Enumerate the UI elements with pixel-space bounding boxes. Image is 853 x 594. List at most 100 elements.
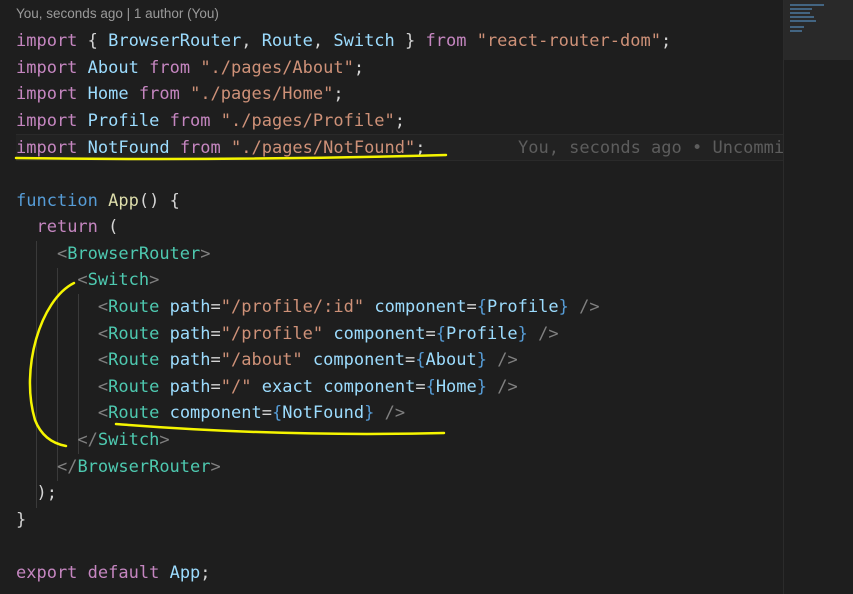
code-token: Route xyxy=(261,31,313,51)
code-line[interactable]: <BrowserRouter> xyxy=(16,241,786,268)
code-line[interactable]: <Route path="/profile/:id" component={Pr… xyxy=(16,294,786,321)
code-line[interactable] xyxy=(16,161,786,188)
code-line[interactable]: return ( xyxy=(16,214,786,241)
code-line[interactable]: import Home from "./pages/Home"; xyxy=(16,81,786,108)
code-token: import xyxy=(16,84,78,105)
code-editor[interactable]: You, seconds ago | 1 author (You) import… xyxy=(0,0,853,594)
code-token: function xyxy=(16,190,98,211)
code-token: Route xyxy=(108,376,160,397)
code-token: export xyxy=(16,562,78,583)
code-token: Home xyxy=(87,84,129,105)
code-token: { xyxy=(77,31,109,51)
code-line[interactable] xyxy=(16,533,786,560)
code-token: NotFound xyxy=(87,138,170,159)
code-token: = xyxy=(210,323,221,344)
git-blame-header[interactable]: You, seconds ago | 1 author (You) xyxy=(16,6,219,21)
code-token: ; xyxy=(394,110,406,131)
code-token: < xyxy=(56,243,68,264)
code-token: /> xyxy=(384,403,406,424)
code-token: Profile xyxy=(486,296,559,317)
code-token: ; xyxy=(333,84,344,105)
code-token: component xyxy=(323,376,416,397)
minimap-line xyxy=(790,20,816,22)
code-token: "/profile/:id" xyxy=(220,296,365,317)
code-line[interactable]: function App() { xyxy=(16,188,786,215)
code-line[interactable]: <Route path="/" exact component={Home} /… xyxy=(16,374,786,401)
code-line[interactable]: <Route component={NotFound} /> xyxy=(16,400,786,427)
code-token: Switch xyxy=(333,31,395,51)
code-token: ; xyxy=(660,31,672,51)
code-token: = xyxy=(210,376,221,397)
code-token: "/profile" xyxy=(220,323,324,344)
code-line[interactable]: import NotFound from "./pages/NotFound";… xyxy=(16,134,853,161)
code-token: path xyxy=(169,296,211,317)
code-line[interactable]: <Route path="/profile" component={Profil… xyxy=(16,321,786,348)
code-line[interactable]: <Switch> xyxy=(16,267,786,294)
code-token: "react-router-dom" xyxy=(476,31,661,51)
code-token: ); xyxy=(16,483,57,504)
code-token: /> xyxy=(497,350,518,371)
code-line[interactable]: } xyxy=(16,507,786,534)
code-token: BrowserRouter xyxy=(67,243,201,264)
code-token: ; xyxy=(415,138,426,159)
code-token: > xyxy=(210,456,221,477)
code-token: { xyxy=(425,376,436,397)
code-token: /> xyxy=(497,376,518,397)
code-token: { xyxy=(271,403,283,424)
code-line[interactable]: ); xyxy=(16,480,786,507)
code-token: App xyxy=(169,562,201,583)
minimap-line xyxy=(790,26,804,28)
code-token: component xyxy=(374,296,467,317)
code-token: About xyxy=(87,57,139,78)
code-line[interactable]: import About from "./pages/About"; xyxy=(16,55,786,82)
code-line[interactable]: </BrowserRouter> xyxy=(16,454,786,481)
code-line[interactable]: export default App; xyxy=(16,560,786,587)
code-token: exact xyxy=(261,376,313,397)
code-token: from xyxy=(425,31,467,51)
code-token: "./pages/NotFound" xyxy=(231,138,416,159)
code-token: } xyxy=(476,376,488,397)
code-token: from xyxy=(169,110,211,131)
code-token: > xyxy=(159,429,170,450)
code-token: , xyxy=(241,31,262,51)
minimap[interactable] xyxy=(783,0,853,594)
code-token: import xyxy=(16,138,78,159)
code-line[interactable]: import Profile from "./pages/Profile"; xyxy=(16,108,786,135)
code-token: } xyxy=(16,509,27,530)
code-token: = xyxy=(466,296,477,317)
code-line[interactable]: import { BrowserRouter, Route, Switch } … xyxy=(16,28,786,55)
code-token: > xyxy=(200,243,211,264)
code-line[interactable]: <Route path="/about" component={About} /… xyxy=(16,347,786,374)
code-token: App xyxy=(108,190,139,211)
code-token: "./pages/About" xyxy=(200,57,354,78)
code-token: "./pages/Home" xyxy=(190,84,334,105)
code-line[interactable]: </Switch> xyxy=(16,427,786,454)
code-area[interactable]: import { BrowserRouter, Route, Switch } … xyxy=(16,28,853,587)
code-token: Profile xyxy=(87,110,160,131)
code-token: > xyxy=(149,270,160,291)
minimap-line xyxy=(790,8,812,10)
